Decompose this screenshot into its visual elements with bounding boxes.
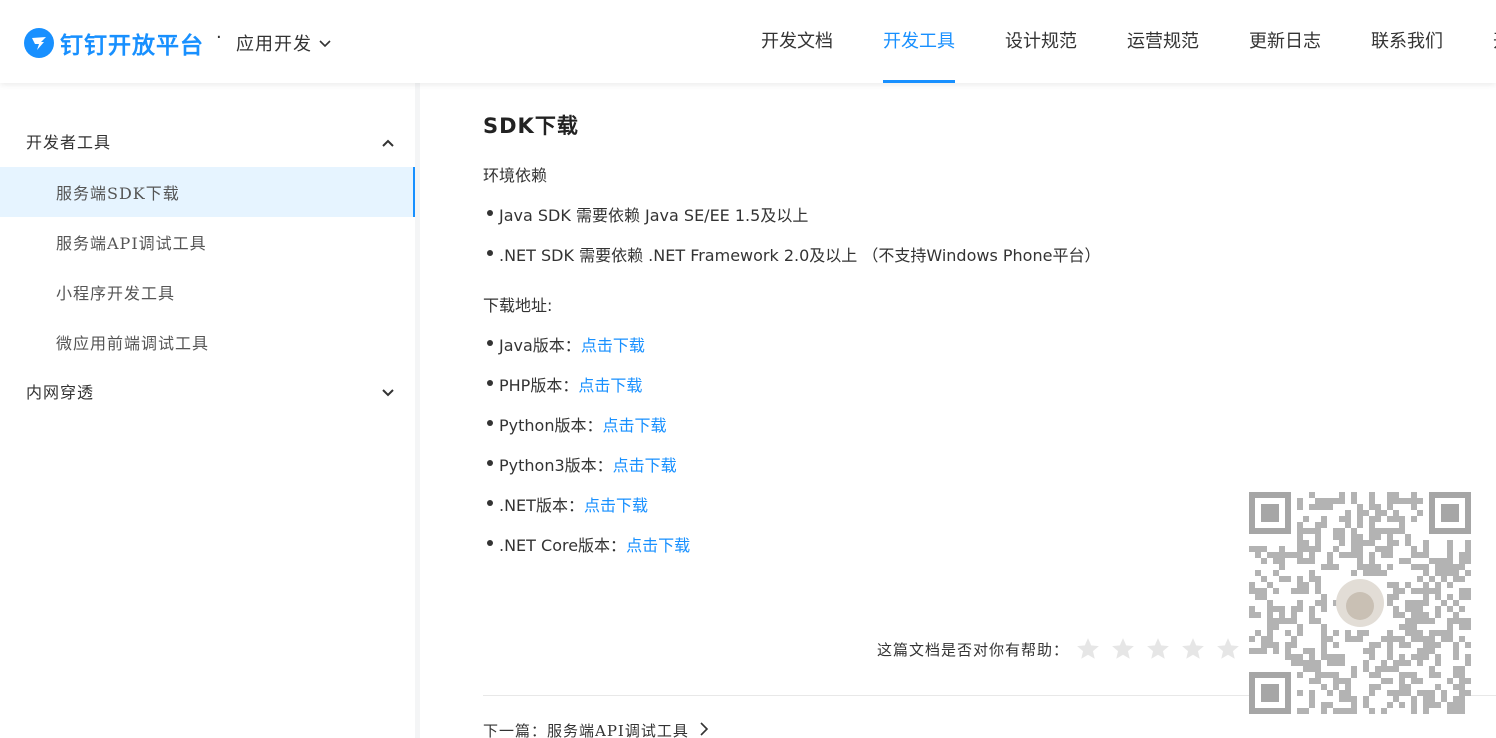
download-link-java[interactable]: 点击下载: [581, 336, 645, 355]
sidebar-item-miniapp-tools[interactable]: 小程序开发工具: [0, 267, 415, 317]
sidebar-group-dev-tools[interactable]: 开发者工具: [0, 116, 415, 166]
sidebar-group-label: 内网穿透: [26, 383, 95, 402]
list-item: .NET SDK 需要依赖 .NET Framework 2.0及以上 （不支持…: [486, 242, 1100, 266]
star-icon[interactable]: [1075, 636, 1101, 662]
download-item-php: PHP版本：点击下载: [486, 372, 642, 396]
brand[interactable]: 钉钉开放平台: [24, 26, 204, 60]
sidebar-item-microapp-debug[interactable]: 微应用前端调试工具: [0, 317, 415, 367]
sidebar-item-label: 微应用前端调试工具: [56, 334, 210, 353]
download-item-python: Python版本：点击下载: [486, 412, 666, 436]
download-label: .NET Core版本：: [499, 536, 627, 555]
sidebar: 开发者工具 服务端SDK下载 服务端API调试工具 小程序开发工具 微应用前端调…: [0, 83, 415, 738]
star-icon[interactable]: [1145, 636, 1171, 662]
sidebar-group-intranet[interactable]: 内网穿透: [0, 366, 415, 416]
app-dev-label: 应用开发: [236, 34, 312, 55]
nav-contact[interactable]: 联系我们: [1371, 0, 1443, 83]
download-link-python[interactable]: 点击下载: [602, 416, 666, 435]
next-article-label: 下一篇：服务端API调试工具: [483, 722, 689, 738]
nav-ops-spec[interactable]: 运营规范: [1127, 0, 1199, 83]
env-heading: 环境依赖: [483, 166, 548, 185]
next-article-link[interactable]: 下一篇：服务端API调试工具: [483, 720, 709, 738]
nav-changelog[interactable]: 更新日志: [1249, 0, 1321, 83]
app-dev-selector[interactable]: 应用开发: [236, 30, 332, 56]
sidebar-item-label: 小程序开发工具: [56, 284, 176, 303]
sidebar-item-api-debug[interactable]: 服务端API调试工具: [0, 217, 415, 267]
star-icon[interactable]: [1215, 636, 1241, 662]
nav-dev-docs[interactable]: 开发文档: [761, 0, 833, 83]
nav-design-spec[interactable]: 设计规范: [1005, 0, 1077, 83]
page-title: SDK下载: [483, 114, 579, 138]
sidebar-item-label: 服务端API调试工具: [56, 234, 207, 253]
download-item-dotnet-core: .NET Core版本：点击下载: [486, 532, 690, 556]
chevron-down-icon: [381, 383, 395, 402]
download-link-python3[interactable]: 点击下载: [613, 456, 677, 475]
star-icon[interactable]: [1180, 636, 1206, 662]
download-item-java: Java版本：点击下载: [487, 332, 645, 356]
download-item-python3: Python3版本：点击下载: [487, 452, 677, 476]
list-item: Java SDK 需要依赖 Java SE/EE 1.5及以上: [486, 202, 808, 226]
download-link-dotnet-core[interactable]: 点击下载: [626, 536, 690, 555]
download-link-php[interactable]: 点击下载: [578, 376, 642, 395]
dingtalk-logo-icon: [24, 28, 54, 58]
chevron-up-icon: [381, 133, 395, 152]
download-label: Java版本：: [499, 336, 581, 355]
download-link-dotnet[interactable]: 点击下载: [584, 496, 648, 515]
download-label: Python版本：: [499, 416, 603, 435]
brand-name: 钉钉开放平台: [60, 33, 204, 59]
brand-separator: ·: [216, 27, 222, 48]
download-heading: 下载地址:: [483, 296, 553, 315]
sidebar-item-label: 服务端SDK下载: [56, 184, 180, 203]
chevron-down-icon: [318, 33, 332, 54]
sidebar-divider: [415, 83, 420, 738]
download-label: .NET版本：: [499, 496, 584, 515]
top-header: 钉钉开放平台 · 应用开发 开发文档 开发工具 设计规范 运营规范 更新日志 联…: [0, 0, 1496, 83]
sidebar-item-server-sdk[interactable]: 服务端SDK下载: [0, 167, 415, 217]
qr-code-icon: [1249, 492, 1471, 714]
feedback-rating: 这篇文档是否对你有帮助：: [877, 636, 1250, 662]
star-icon[interactable]: [1110, 636, 1136, 662]
nav-dev-tools[interactable]: 开发工具: [883, 0, 955, 83]
main-nav: 开发文档 开发工具 设计规范 运营规范 更新日志 联系我们 开: [736, 0, 1496, 83]
chevron-right-icon: [699, 721, 709, 738]
download-item-dotnet: .NET版本：点击下载: [487, 492, 648, 516]
sidebar-group-label: 开发者工具: [26, 133, 112, 152]
rating-label: 这篇文档是否对你有帮助：: [877, 640, 1070, 659]
download-label: Python3版本：: [499, 456, 613, 475]
download-label: PHP版本：: [499, 376, 579, 395]
